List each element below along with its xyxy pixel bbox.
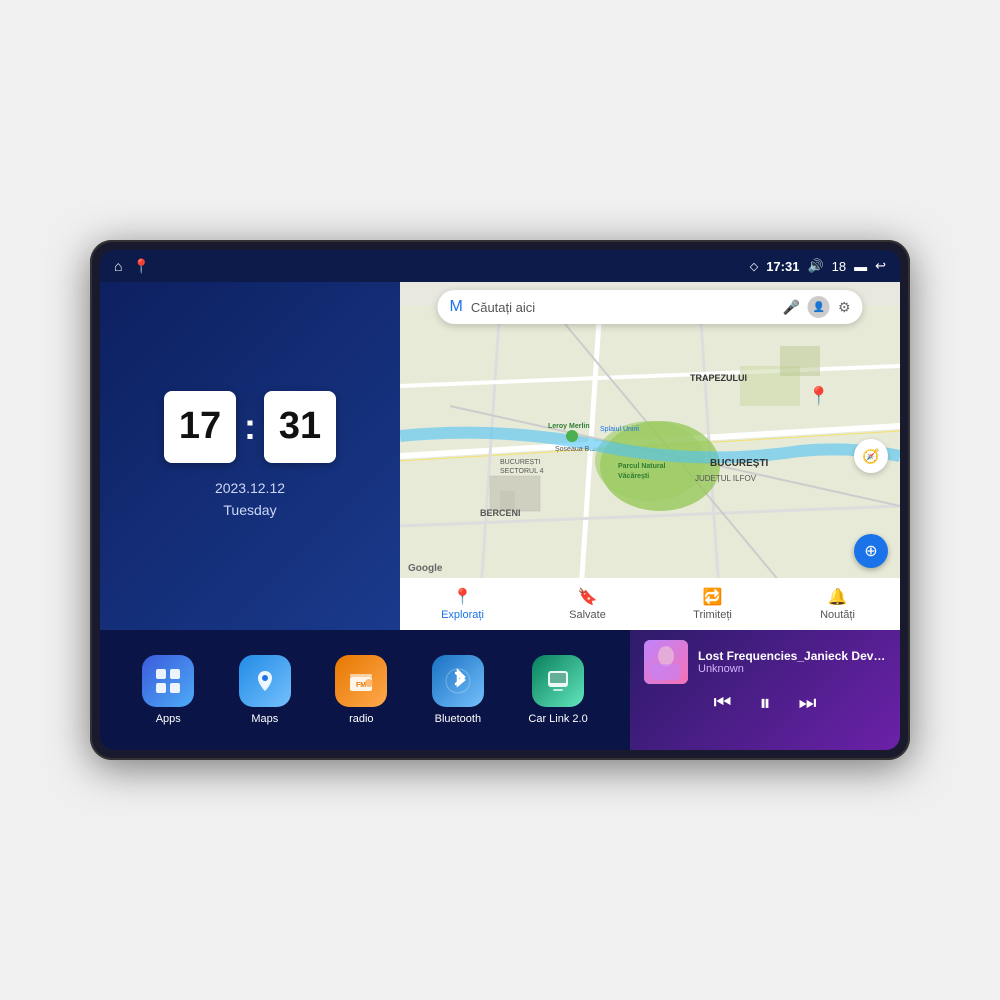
saved-label: Salvate xyxy=(569,609,606,621)
back-icon[interactable]: ↩ xyxy=(875,258,886,274)
maps-brand-icon: M xyxy=(450,298,463,316)
share-label: Trimiteți xyxy=(693,609,732,621)
user-avatar[interactable]: 👤 xyxy=(808,296,830,318)
microphone-icon[interactable]: 🎤 xyxy=(783,299,800,316)
top-section: 17 : 31 2023.12.12 Tuesday xyxy=(100,282,900,630)
map-nav-share[interactable]: 🔁 Trimiteți xyxy=(650,587,775,621)
music-title: Lost Frequencies_Janieck Devy-... xyxy=(698,649,886,663)
device-frame: ⌂ 📍 ◇ 17:31 🔊 18 ▬ ↩ 17 : xyxy=(90,240,910,760)
map-nav-saved[interactable]: 🔖 Salvate xyxy=(525,587,650,621)
maps-label: Maps xyxy=(251,713,278,725)
svg-text:Parcul Natural: Parcul Natural xyxy=(618,463,666,470)
app-item-apps[interactable]: Apps xyxy=(142,655,194,725)
music-thumbnail xyxy=(644,640,688,684)
day-value: Tuesday xyxy=(215,499,285,521)
music-artist: Unknown xyxy=(698,663,886,675)
bluetooth-app-icon xyxy=(432,655,484,707)
news-icon: 🔔 xyxy=(828,587,848,607)
explore-icon: 📍 xyxy=(453,587,473,607)
next-button[interactable]: ⏭ xyxy=(799,693,817,713)
clock-minutes: 31 xyxy=(264,391,336,463)
clock-panel: 17 : 31 2023.12.12 Tuesday xyxy=(100,282,400,630)
status-right: ◇ 17:31 🔊 18 ▬ ↩ xyxy=(750,258,886,274)
status-left: ⌂ 📍 xyxy=(114,258,150,275)
svg-text:TRAPEZULUI: TRAPEZULUI xyxy=(690,373,747,383)
status-bar: ⌂ 📍 ◇ 17:31 🔊 18 ▬ ↩ xyxy=(100,250,900,282)
svg-text:Leroy Merlin: Leroy Merlin xyxy=(548,423,590,430)
music-player: Lost Frequencies_Janieck Devy-... Unknow… xyxy=(630,630,900,750)
svg-text:JUDEȚUL ILFOV: JUDEȚUL ILFOV xyxy=(695,474,757,483)
app-item-radio[interactable]: FM radio xyxy=(335,655,387,725)
clock-colon: : xyxy=(244,406,256,448)
map-nav-news[interactable]: 🔔 Noutăți xyxy=(775,587,900,621)
share-icon: 🔁 xyxy=(703,587,723,607)
compass-icon: 🧭 xyxy=(862,448,879,465)
clock-display: 17 : 31 xyxy=(164,391,336,463)
carlink-app-icon xyxy=(532,655,584,707)
gps-icon: ◇ xyxy=(750,260,758,273)
home-icon[interactable]: ⌂ xyxy=(114,258,122,274)
maps-app-icon xyxy=(239,655,291,707)
locate-icon: ⊕ xyxy=(864,541,877,561)
location-icon[interactable]: 📍 xyxy=(132,258,149,275)
app-launcher: Apps Maps xyxy=(100,630,630,750)
date-display: 2023.12.12 Tuesday xyxy=(215,477,285,522)
google-logo: Google xyxy=(408,563,442,574)
music-controls: ⏮ ⏸ ⏭ xyxy=(644,692,886,714)
clock-hours: 17 xyxy=(164,391,236,463)
prev-button[interactable]: ⏮ xyxy=(713,693,731,713)
device-screen: ⌂ 📍 ◇ 17:31 🔊 18 ▬ ↩ 17 : xyxy=(100,250,900,750)
map-panel[interactable]: TRAPEZULUI BUCUREȘTI JUDEȚUL ILFOV BERCE… xyxy=(400,282,900,630)
news-label: Noutăți xyxy=(820,609,855,621)
date-value: 2023.12.12 xyxy=(215,477,285,499)
svg-text:Șoseaua B...: Șoseaua B... xyxy=(555,446,595,453)
music-text: Lost Frequencies_Janieck Devy-... Unknow… xyxy=(698,649,886,675)
music-info-row: Lost Frequencies_Janieck Devy-... Unknow… xyxy=(644,640,886,684)
radio-label: radio xyxy=(349,713,373,725)
locate-button[interactable]: ⊕ xyxy=(854,534,888,568)
map-bottom-nav: 📍 Explorați 🔖 Salvate 🔁 Trimiteți � xyxy=(400,578,900,630)
volume-icon: 🔊 xyxy=(807,258,823,274)
svg-text:BUCUREȘTI: BUCUREȘTI xyxy=(710,458,769,469)
svg-text:BERCENI: BERCENI xyxy=(480,508,521,518)
bluetooth-label: Bluetooth xyxy=(435,713,481,725)
play-pause-button[interactable]: ⏸ xyxy=(759,692,770,714)
app-item-carlink[interactable]: Car Link 2.0 xyxy=(528,655,587,725)
map-pin: 📍 xyxy=(808,386,830,407)
apps-app-icon xyxy=(142,655,194,707)
saved-icon: 🔖 xyxy=(578,587,598,607)
main-content: 17 : 31 2023.12.12 Tuesday xyxy=(100,282,900,750)
map-search-placeholder: Căutați aici xyxy=(471,300,775,315)
svg-text:BUCUREȘTI: BUCUREȘTI xyxy=(500,459,541,466)
explore-label: Explorați xyxy=(441,609,484,621)
apps-label: Apps xyxy=(156,713,181,725)
radio-app-icon: FM xyxy=(335,655,387,707)
bottom-section: Apps Maps xyxy=(100,630,900,750)
battery-icon: ▬ xyxy=(854,259,867,274)
volume-level: 18 xyxy=(832,259,846,274)
svg-text:FM: FM xyxy=(356,682,366,689)
map-nav-explore[interactable]: 📍 Explorați xyxy=(400,587,525,621)
svg-text:SECTORUL 4: SECTORUL 4 xyxy=(500,468,544,475)
app-item-maps[interactable]: Maps xyxy=(239,655,291,725)
svg-text:Splaiul Unirii: Splaiul Unirii xyxy=(600,426,639,433)
carlink-label: Car Link 2.0 xyxy=(528,713,587,725)
status-time: 17:31 xyxy=(766,259,799,274)
compass-button[interactable]: 🧭 xyxy=(854,439,888,473)
app-item-bluetooth[interactable]: Bluetooth xyxy=(432,655,484,725)
svg-text:Văcărești: Văcărești xyxy=(618,473,649,480)
map-settings-icon[interactable]: ⚙ xyxy=(838,299,851,316)
map-search-bar[interactable]: M Căutați aici 🎤 👤 ⚙ xyxy=(438,290,863,324)
